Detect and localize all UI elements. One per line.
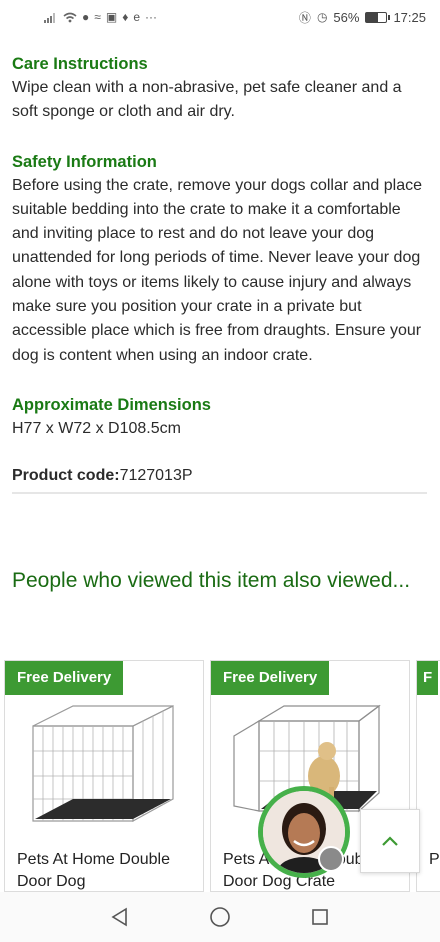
product-code-value: 7127013P (119, 467, 193, 485)
status-left: ● ≈ ▣ ♦ e ··· (44, 10, 157, 24)
free-delivery-badge: Free Delivery (211, 661, 330, 695)
safety-heading: Safety Information (12, 152, 157, 171)
dimensions-section: Approximate Dimensions H77 x W72 x D108.… (12, 393, 428, 441)
back-button[interactable] (105, 902, 135, 932)
free-delivery-badge: F (417, 661, 439, 695)
app-icon-4: ♦ (122, 10, 129, 24)
battery-icon (365, 11, 391, 23)
safety-body: Before using the crate, remove your dogs… (12, 176, 423, 364)
product-title[interactable]: Pets At Home Double Door Dog (17, 849, 197, 892)
wifi-icon (63, 12, 77, 22)
dimensions-heading: Approximate Dimensions (12, 395, 211, 414)
app-icon-1: ● (82, 10, 90, 24)
product-title[interactable]: P D (429, 849, 440, 871)
battery-fill (366, 12, 378, 22)
chevron-up-icon (382, 836, 398, 846)
home-button[interactable] (205, 902, 235, 932)
product-code: Product code:7127013P (12, 464, 427, 495)
product-card[interactable]: Free Delivery Pets At Home Double Door D… (4, 660, 204, 892)
product-image (32, 705, 174, 823)
nfc-icon: Ⓝ (298, 10, 311, 25)
recents-button[interactable] (305, 902, 335, 932)
care-section: Care Instructions Wipe clean with a non-… (12, 52, 428, 125)
product-code-label: Product code: (12, 467, 120, 485)
battery-percent: 56% (333, 9, 360, 25)
scroll-to-top-button[interactable] (360, 809, 420, 873)
alarm-icon: ◷ (316, 10, 328, 24)
dimensions-value: H77 x W72 x D108.5cm (12, 419, 181, 437)
back-triangle-icon (111, 907, 127, 927)
app-icon-3: ▣ (105, 10, 118, 24)
clock: 17:25 (393, 9, 426, 25)
care-heading: Care Instructions (12, 55, 148, 73)
app-icon-5: e (133, 10, 140, 24)
more-notifications: ··· (145, 10, 157, 24)
recents-square-icon (312, 909, 328, 925)
product-details: Care Instructions Wipe clean with a non-… (12, 52, 428, 495)
free-delivery-badge: Free Delivery (5, 661, 124, 695)
signal-icon (44, 12, 55, 23)
app-icon-2: ≈ (94, 10, 101, 24)
status-bar: ● ≈ ▣ ♦ e ··· Ⓝ ◷ 56% 17:25 (0, 0, 440, 34)
safety-section: Safety Information Before using the crat… (12, 150, 428, 368)
chat-status-indicator (318, 846, 344, 872)
status-right: Ⓝ ◷ 56% 17:25 (299, 9, 426, 26)
care-body: Wipe clean with a non-abrasive, pet safe… (12, 79, 402, 121)
home-circle-icon (210, 907, 230, 927)
also-viewed-heading: People who viewed this item also viewed.… (12, 569, 411, 592)
system-navigation-bar (0, 892, 440, 942)
